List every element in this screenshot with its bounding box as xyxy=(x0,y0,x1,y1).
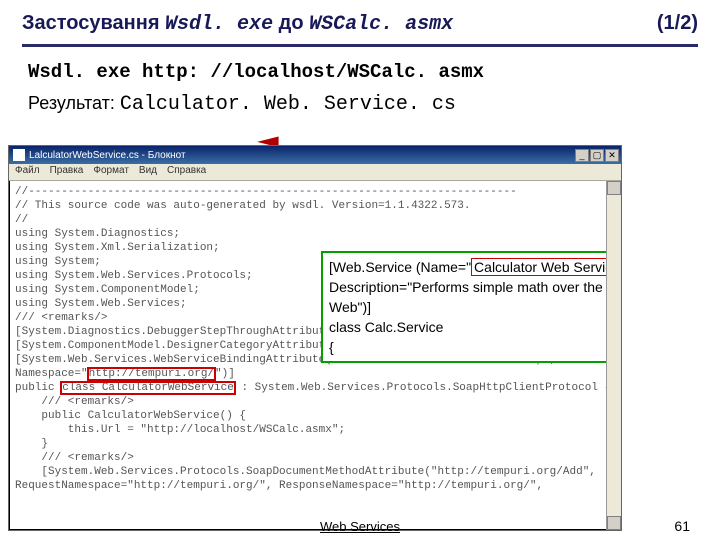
title-rule xyxy=(22,44,698,47)
code-line: public CalculatorWebService() { xyxy=(15,409,615,423)
close-button[interactable]: ✕ xyxy=(605,149,619,162)
code-line: // xyxy=(15,213,615,227)
slide-title: Застосування Wsdl. exe до WSCalc. asmx (… xyxy=(22,12,698,44)
callout-l1a: [Web.Service (Name=" xyxy=(329,259,471,275)
menu-view[interactable]: Вид xyxy=(139,165,157,179)
scroll-up-button[interactable] xyxy=(607,181,621,195)
menu-edit[interactable]: Правка xyxy=(50,165,84,179)
command-line: Wsdl. exe http: //localhost/WSCalc. asmx xyxy=(28,61,698,83)
scroll-down-button[interactable] xyxy=(607,516,621,530)
app-icon xyxy=(13,149,25,161)
callout-box: [Web.Service (Name="Calculator Web Servi… xyxy=(321,251,621,363)
code-line: public class CalculatorWebService : Syst… xyxy=(15,381,615,395)
title-code-2: WSCalc. asmx xyxy=(309,13,453,36)
callout-line-1: [Web.Service (Name="Calculator Web Servi… xyxy=(329,257,621,277)
callout-highlight: Calculator Web Service xyxy=(471,258,621,276)
menu-help[interactable]: Справка xyxy=(167,165,206,179)
minimize-button[interactable]: _ xyxy=(575,149,589,162)
code-line: using System.Diagnostics; xyxy=(15,227,615,241)
code-line: [System.Web.Services.Protocols.SoapDocum… xyxy=(15,465,615,479)
title-mid: до xyxy=(273,12,309,34)
maximize-button[interactable]: ▢ xyxy=(590,149,604,162)
window-title-text: LalculatorWebService.cs - Блокнот xyxy=(29,150,186,161)
callout-line-4: { xyxy=(329,337,621,357)
code-line: this.Url = "http://localhost/WSCalc.asmx… xyxy=(15,423,615,437)
code-line: RequestNamespace="http://tempuri.org/", … xyxy=(15,479,615,493)
callout-line-2: Description="Performs simple math over t… xyxy=(329,277,621,317)
code-line: /// <remarks/> xyxy=(15,451,615,465)
title-code-1: Wsdl. exe xyxy=(165,13,273,36)
namespace-highlight: http://tempuri.org/ xyxy=(88,368,215,380)
code-line: /// <remarks/> xyxy=(15,395,615,409)
menu-format[interactable]: Формат xyxy=(93,165,129,179)
result-label: Результат: xyxy=(28,93,120,113)
code-line: Namespace="http://tempuri.org/")] xyxy=(15,367,615,381)
window-title: LalculatorWebService.cs - Блокнот xyxy=(13,149,186,161)
result-line: Результат: Calculator. Web. Service. cs xyxy=(28,93,698,116)
title-text: Застосування Wsdl. exe до WSCalc. asmx xyxy=(22,12,453,36)
vertical-scrollbar[interactable] xyxy=(606,181,621,530)
page-number: 61 xyxy=(674,518,690,534)
window-titlebar[interactable]: LalculatorWebService.cs - Блокнот _ ▢ ✕ xyxy=(9,146,621,164)
slide: Застосування Wsdl. exe до WSCalc. asmx (… xyxy=(0,0,720,540)
code-line: } xyxy=(15,437,615,451)
callout-line-3: class Calc.Service xyxy=(329,317,621,337)
window-buttons: _ ▢ ✕ xyxy=(575,149,619,162)
notepad-window: LalculatorWebService.cs - Блокнот _ ▢ ✕ … xyxy=(8,145,622,531)
menu-bar: Файл Правка Формат Вид Справка xyxy=(9,164,621,181)
classname-highlight: class CalculatorWebService xyxy=(61,382,235,394)
pager: (1/2) xyxy=(657,12,698,35)
editor-body[interactable]: [Web.Service (Name="Calculator Web Servi… xyxy=(9,181,621,530)
result-file: Calculator. Web. Service. cs xyxy=(120,93,456,116)
menu-file[interactable]: Файл xyxy=(15,165,40,179)
code-line: // This source code was auto-generated b… xyxy=(15,199,615,213)
title-prefix: Застосування xyxy=(22,12,165,34)
code-line: //--------------------------------------… xyxy=(15,185,615,199)
